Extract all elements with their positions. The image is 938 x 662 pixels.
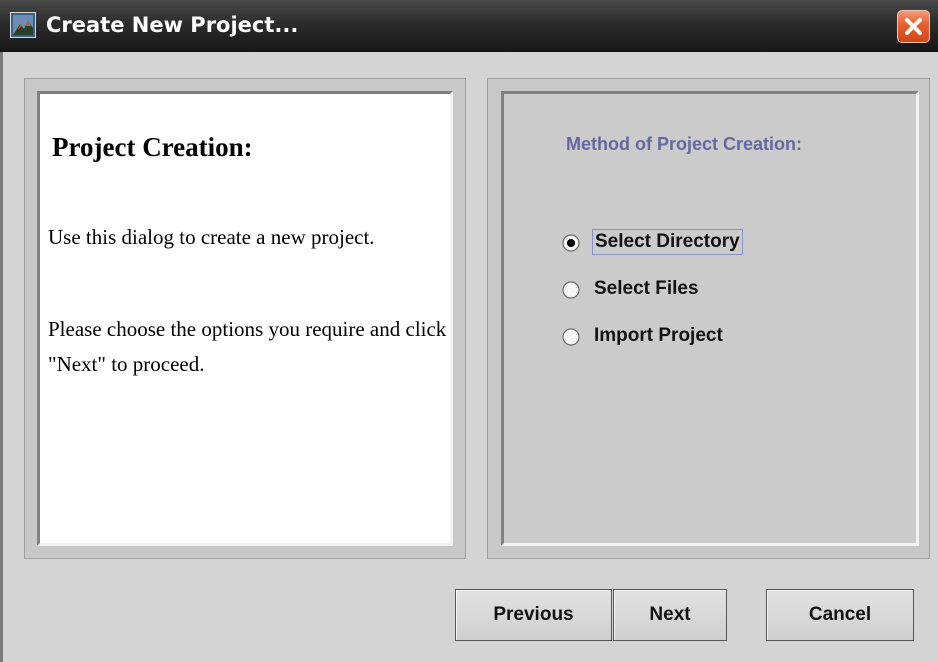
radio-unselected-icon[interactable]: [562, 328, 580, 346]
window-left-edge: [0, 52, 3, 662]
close-button[interactable]: [897, 10, 930, 43]
method-heading: Method of Project Creation:: [566, 134, 803, 154]
previous-button[interactable]: Previous: [455, 589, 612, 641]
title-bar[interactable]: Create New Project...: [0, 0, 938, 52]
radio-label-select-files: Select Files: [594, 278, 699, 299]
info-paragraph-2: Please choose the options you require an…: [48, 317, 447, 376]
options-panel-frame: Method of Project Creation: Select Direc…: [487, 78, 930, 559]
window-title: Create New Project...: [46, 13, 299, 37]
info-heading: Project Creation:: [52, 132, 253, 162]
next-button[interactable]: Next: [613, 589, 727, 641]
close-icon: [905, 18, 922, 35]
radio-selected-icon[interactable]: [562, 234, 580, 252]
info-panel-frame: Project Creation: Use this dialog to cre…: [24, 78, 466, 559]
app-icon: [10, 12, 36, 38]
radio-unselected-icon[interactable]: [562, 281, 580, 299]
cancel-button[interactable]: Cancel: [766, 589, 914, 641]
options-panel: Method of Project Creation: Select Direc…: [501, 91, 919, 546]
create-project-dialog: Create New Project... Project Creation: …: [0, 0, 938, 662]
radio-label-select-directory: Select Directory: [592, 229, 743, 255]
info-paragraph-1: Use this dialog to create a new project.: [48, 225, 375, 249]
radio-label-import-project: Import Project: [594, 325, 723, 346]
info-panel: Project Creation: Use this dialog to cre…: [37, 91, 453, 546]
